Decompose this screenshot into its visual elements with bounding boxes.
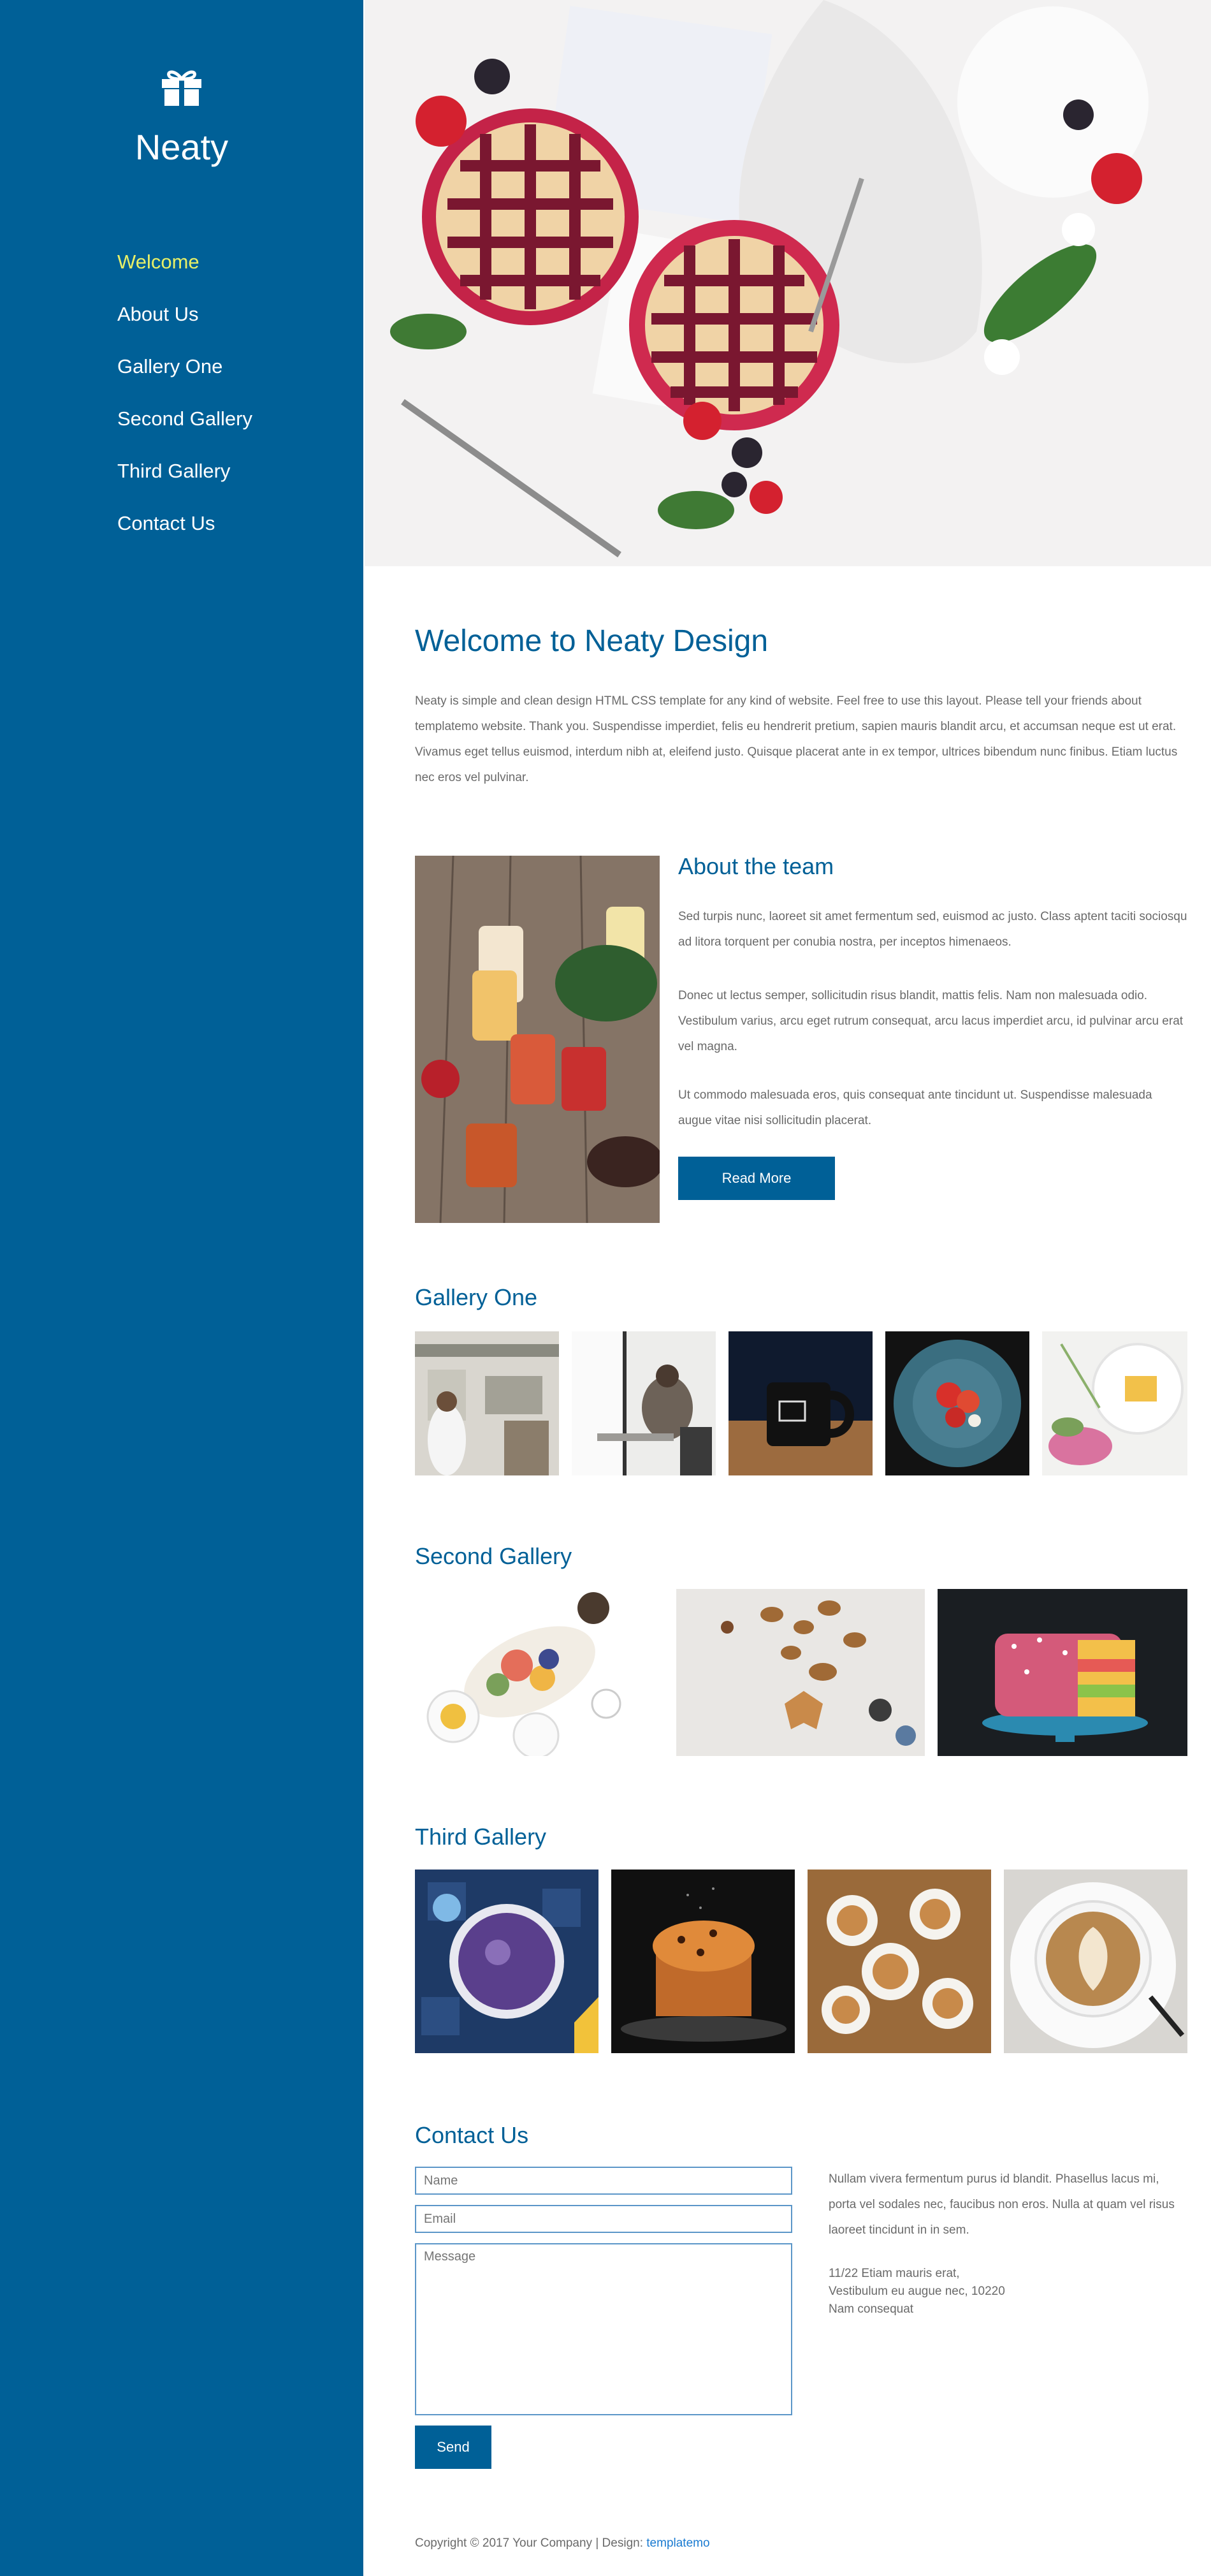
gallery-two-title: Second Gallery (415, 1543, 572, 1569)
send-button[interactable]: Send (415, 2426, 491, 2469)
main-nav: Welcome About Us Gallery One Second Gall… (117, 246, 252, 560)
address-line-1: 11/22 Etiam mauris erat, (829, 2267, 960, 2280)
about-text-1: Sed turpis nunc, laoreet sit amet fermen… (678, 910, 1187, 949)
brand-name: Neaty (134, 127, 229, 167)
gallery-one-image-2[interactable] (572, 1331, 716, 1475)
about-text-2: Donec ut lectus semper, sollicitudin ris… (678, 989, 1184, 1053)
address-line-2: Vestibulum eu augue nec, 10220 (829, 2285, 1005, 2298)
gallery-one-image-4[interactable] (885, 1331, 1029, 1475)
nav-item-about-us[interactable]: About Us (117, 298, 252, 351)
about-image (415, 856, 660, 1223)
about-title: About the team (678, 853, 834, 879)
read-more-button[interactable]: Read More (678, 1157, 835, 1200)
message-textarea[interactable] (415, 2243, 792, 2415)
gallery-one-image-3[interactable] (729, 1331, 873, 1475)
address-line-3: Nam consequat (829, 2302, 914, 2316)
gallery-two-image-1[interactable] (415, 1589, 664, 1756)
hero-image (365, 0, 1211, 566)
gift-icon (162, 70, 201, 106)
nav-item-third-gallery[interactable]: Third Gallery (117, 455, 252, 508)
gallery-three-title: Third Gallery (415, 1824, 547, 1850)
footer: Copyright © 2017 Your Company | Design: … (415, 2536, 710, 2550)
copyright-text: Copyright © 2017 Your Company | Design: (415, 2536, 647, 2550)
contact-title: Contact Us (415, 2122, 529, 2148)
nav-item-gallery-one[interactable]: Gallery One (117, 351, 252, 403)
contact-text: Nullam vivera fermentum purus id blandit… (829, 2172, 1175, 2237)
sidebar: Neaty Welcome About Us Gallery One Secon… (0, 0, 363, 2576)
welcome-text: Neaty is simple and clean design HTML CS… (415, 694, 1178, 784)
templatemo-link[interactable]: templatemo (646, 2536, 709, 2550)
nav-item-contact-us[interactable]: Contact Us (117, 508, 252, 560)
gallery-two-image-2[interactable] (676, 1589, 925, 1756)
nav-item-second-gallery[interactable]: Second Gallery (117, 403, 252, 455)
email-input[interactable] (415, 2205, 792, 2233)
gallery-three-image-1[interactable] (415, 1870, 598, 2053)
gallery-three-image-3[interactable] (808, 1870, 991, 2053)
gallery-one-image-1[interactable] (415, 1331, 559, 1475)
contact-address: 11/22 Etiam mauris erat, Vestibulum eu a… (829, 2265, 1188, 2318)
name-input[interactable] (415, 2167, 792, 2195)
nav-item-welcome[interactable]: Welcome (117, 246, 252, 298)
gallery-three-image-2[interactable] (611, 1870, 795, 2053)
welcome-title: Welcome to Neaty Design (415, 624, 769, 658)
gallery-three-image-4[interactable] (1004, 1870, 1187, 2053)
about-text-3: Ut commodo malesuada eros, quis consequa… (678, 1088, 1152, 1127)
gallery-two-image-3[interactable] (938, 1589, 1187, 1756)
gallery-one-image-5[interactable] (1042, 1331, 1187, 1475)
gallery-one-title: Gallery One (415, 1284, 538, 1310)
